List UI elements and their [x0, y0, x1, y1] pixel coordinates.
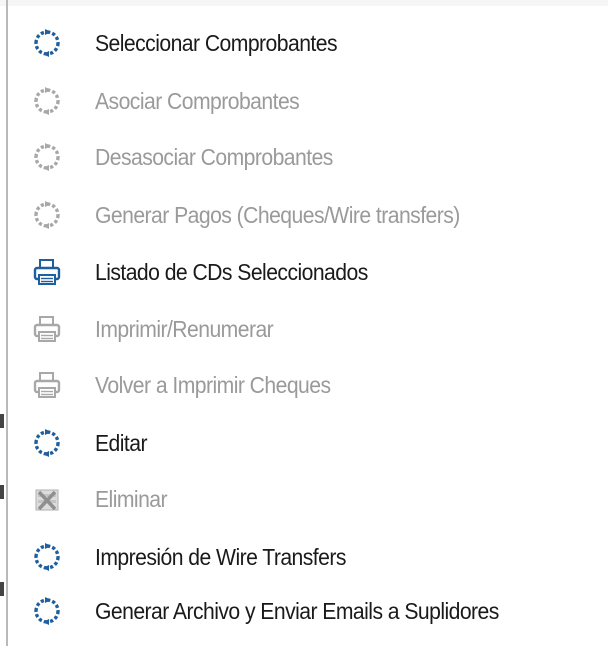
- refresh-icon: [32, 28, 62, 58]
- refresh-icon: [32, 596, 62, 626]
- menu-item-editar[interactable]: Editar: [20, 416, 600, 470]
- menu-item-impresion-wire-transfers[interactable]: Impresión de Wire Transfers: [20, 530, 600, 584]
- printer-icon: [32, 314, 62, 344]
- delete-icon: [32, 484, 62, 514]
- menu-item-label: Asociar Comprobantes: [95, 88, 300, 114]
- menu-item-label: Impresión de Wire Transfers: [95, 544, 346, 570]
- menu-item-label: Eliminar: [95, 486, 168, 512]
- menu-item-label: Volver a Imprimir Cheques: [95, 372, 331, 398]
- refresh-icon: [32, 542, 62, 572]
- menu-item-eliminar[interactable]: Eliminar: [20, 472, 600, 526]
- refresh-icon: [32, 86, 62, 116]
- menu-item-label: Editar: [95, 430, 148, 456]
- menu-item-listado-cds-seleccionados[interactable]: Listado de CDs Seleccionados: [20, 245, 600, 299]
- menu-item-label: Desasociar Comprobantes: [95, 144, 333, 170]
- menu-item-desasociar-comprobantes[interactable]: Desasociar Comprobantes: [20, 130, 600, 184]
- refresh-icon: [32, 428, 62, 458]
- context-menu: Seleccionar Comprobantes Asociar Comprob…: [0, 0, 608, 646]
- refresh-icon: [32, 200, 62, 230]
- menu-item-seleccionar-comprobantes[interactable]: Seleccionar Comprobantes: [20, 16, 600, 70]
- menu-item-volver-imprimir-cheques[interactable]: Volver a Imprimir Cheques: [20, 358, 600, 412]
- menu-item-label: Imprimir/Renumerar: [95, 316, 274, 342]
- menu-item-label: Seleccionar Comprobantes: [95, 30, 338, 56]
- refresh-icon: [32, 142, 62, 172]
- printer-icon: [32, 370, 62, 400]
- menu-item-label: Generar Archivo y Enviar Emails a Suplid…: [95, 598, 499, 624]
- printer-icon: [32, 257, 62, 287]
- menu-item-label: Listado de CDs Seleccionados: [95, 259, 368, 285]
- menu-item-generar-archivo-enviar-emails[interactable]: Generar Archivo y Enviar Emails a Suplid…: [20, 584, 600, 638]
- menu-item-asociar-comprobantes[interactable]: Asociar Comprobantes: [20, 74, 600, 128]
- menu-item-label: Generar Pagos (Cheques/Wire transfers): [95, 202, 460, 228]
- menu-item-generar-pagos[interactable]: Generar Pagos (Cheques/Wire transfers): [20, 188, 600, 242]
- context-menu-window: Seleccionar Comprobantes Asociar Comprob…: [0, 0, 608, 646]
- menu-item-imprimir-renumerar[interactable]: Imprimir/Renumerar: [20, 302, 600, 356]
